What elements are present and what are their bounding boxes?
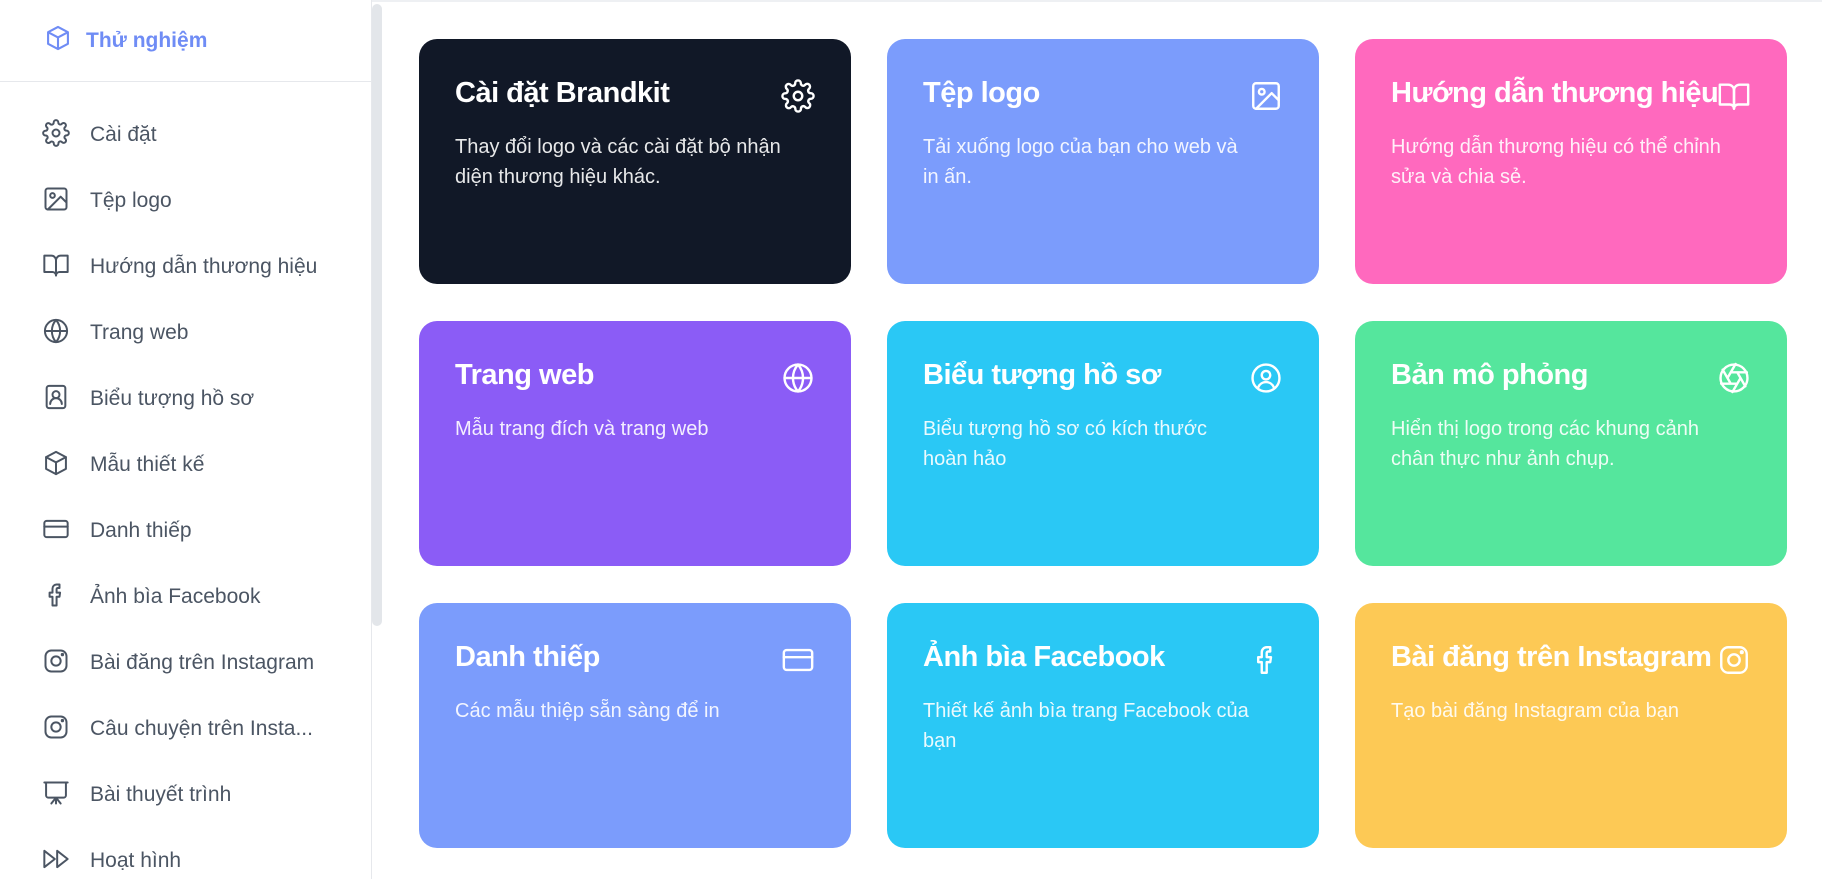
card-icon: [42, 515, 70, 548]
facebook-icon: [1249, 643, 1283, 677]
card-ban-mo-phong[interactable]: Bản mô phỏng Hiển thị logo trong các khun…: [1355, 321, 1787, 566]
sidebar-item-label: Bài thuyết trình: [90, 783, 232, 806]
card-description: Các mẫu thiệp sẵn sàng để in: [455, 700, 720, 722]
sidebar-item-label: Bài đăng trên Instagram: [90, 651, 315, 674]
sidebar-item-huong-dan-thuong-hieu[interactable]: Hướng dẫn thương hiệu: [0, 234, 372, 300]
profile-icon: [42, 383, 70, 416]
card-title: Trang web: [455, 359, 594, 391]
card-description: Thay đổi logo và các cài đặt bộ nhận diệ…: [455, 136, 781, 188]
card-bai-dang-tren-instagram[interactable]: Bài đăng trên Instagram Tạo bài đăng Inst…: [1355, 603, 1787, 848]
sidebar-item-hoat-hinh[interactable]: Hoạt hình: [0, 828, 372, 879]
card-description: Thiết kế ảnh bìa trang Facebook của bạn: [923, 700, 1249, 752]
sidebar-item-danh-thiep[interactable]: Danh thiếp: [0, 498, 372, 564]
card-title: Danh thiếp: [455, 641, 600, 673]
card-cai-dat-brandkit[interactable]: Cài đặt Brandkit Thay đổi logo và các cài…: [419, 39, 851, 284]
sidebar-item-label: Cài đặt: [90, 123, 157, 146]
sidebar-item-label: Câu chuyện trên Insta...: [90, 717, 313, 740]
card-description: Tải xuống logo của bạn cho web và in ấn.: [923, 136, 1238, 188]
card-description: Biểu tượng hồ sơ có kích thước hoàn hảo: [923, 418, 1208, 470]
card-tep-logo[interactable]: Tệp logo Tải xuống logo của bạn cho web v…: [887, 39, 1319, 284]
book-icon: [1717, 79, 1751, 113]
instagram-icon: [42, 647, 70, 680]
card-title: Biểu tượng hồ sơ: [923, 359, 1161, 391]
card-title: Ảnh bìa Facebook: [923, 641, 1165, 673]
sidebar: Thử nghiệm Cài đặt Tệp logo Hướng dẫn thươ…: [0, 0, 372, 879]
instagram-icon: [1717, 643, 1751, 677]
book-icon: [42, 251, 70, 284]
sidebar-item-label: Biểu tượng hồ sơ: [90, 387, 255, 410]
gear-icon: [42, 118, 70, 152]
sidebar-item-mau-thiet-ke[interactable]: Mẫu thiết kế: [0, 432, 372, 498]
card-title: Bản mô phỏng: [1391, 359, 1588, 391]
sidebar-item-label: Mẫu thiết kế: [90, 453, 205, 476]
sidebar-item-label: Hướng dẫn thương hiệu: [90, 255, 318, 278]
card-bieu-tuong-ho-so[interactable]: Biểu tượng hồ sơ Biểu tượng hồ sơ có kích…: [887, 321, 1319, 566]
sidebar-item-bai-thuyet-trinh[interactable]: Bài thuyết trình: [0, 762, 372, 828]
image-icon: [42, 185, 70, 218]
sidebar-item-label: Hoạt hình: [90, 849, 182, 872]
sidebar-item-cau-chuyen-tren-insta[interactable]: Câu chuyện trên Insta...: [0, 696, 372, 762]
sidebar-item-anh-bia-facebook[interactable]: Ảnh bìa Facebook: [0, 564, 372, 630]
image-icon: [1249, 79, 1283, 113]
presentation-icon: [42, 779, 70, 812]
instagram-icon: [42, 713, 70, 746]
sidebar-item-bieu-tuong-ho-so[interactable]: Biểu tượng hồ sơ: [0, 366, 372, 432]
card-title: Bài đăng trên Instagram: [1391, 641, 1712, 673]
sidebar-item-bai-dang-tren-instagram[interactable]: Bài đăng trên Instagram: [0, 630, 372, 696]
sidebar-item-tep-logo[interactable]: Tệp logo: [0, 168, 372, 234]
card-huong-dan-thuong-hieu[interactable]: Hướng dẫn thương hiệu Hướng dẫn thương hi…: [1355, 39, 1787, 284]
sidebar-nav: Cài đặt Tệp logo Hướng dẫn thương hiệu Tran…: [0, 102, 372, 879]
sidebar-scrollbar[interactable]: [372, 4, 382, 626]
globe-icon: [781, 361, 815, 395]
card-danh-thiep[interactable]: Danh thiếp Các mẫu thiệp sẵn sàng để in: [419, 603, 851, 848]
app-window: Thử nghiệm Cài đặt Tệp logo Hướng dẫn thươ…: [0, 0, 1822, 879]
sidebar-item-label: Danh thiếp: [90, 519, 192, 542]
fast-forward-icon: [42, 845, 70, 878]
globe-icon: [42, 317, 70, 350]
card-title: Hướng dẫn thương hiệu: [1391, 77, 1719, 109]
card-trang-web[interactable]: Trang web Mẫu trang đích và trang web: [419, 321, 851, 566]
brand-label: Thử nghiệm: [86, 28, 208, 52]
card-description: Hiển thị logo trong các khung cảnh chân …: [1391, 418, 1699, 470]
sidebar-item-cai-dat[interactable]: Cài đặt: [0, 102, 372, 168]
brand-link[interactable]: Thử nghiệm: [0, 0, 372, 82]
sidebar-item-label: Trang web: [90, 321, 189, 344]
card-icon: [781, 643, 815, 677]
profile-icon: [1249, 361, 1283, 395]
card-description: Hướng dẫn thương hiệu có thể chỉnh sửa v…: [1391, 136, 1721, 188]
card-description: Tạo bài đăng Instagram của bạn: [1391, 700, 1679, 722]
aperture-icon: [1717, 361, 1751, 395]
card-title: Cài đặt Brandkit: [455, 77, 670, 109]
card-description: Mẫu trang đích và trang web: [455, 418, 709, 440]
facebook-icon: [42, 581, 70, 614]
cube-icon: [42, 449, 70, 482]
sidebar-item-trang-web[interactable]: Trang web: [0, 300, 372, 366]
sidebar-item-label: Ảnh bìa Facebook: [90, 585, 261, 608]
card-anh-bia-facebook[interactable]: Ảnh bìa Facebook Thiết kế ảnh bìa trang F…: [887, 603, 1319, 848]
sidebar-item-label: Tệp logo: [90, 189, 172, 212]
cube-icon: [44, 24, 72, 57]
gear-icon: [781, 79, 815, 113]
card-title: Tệp logo: [923, 77, 1040, 109]
